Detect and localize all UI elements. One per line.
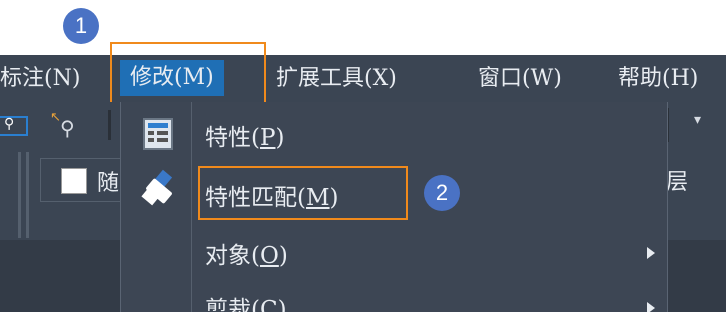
submenu-arrow-icon-2 [647,302,655,312]
menu-help[interactable]: 帮助(H) [618,55,698,102]
menu-item-object[interactable]: 对象(O) [121,228,667,280]
menu-extension-tools[interactable]: 扩展工具(X) [276,55,397,102]
toolbar-dropdown-icon[interactable]: ▾ [694,112,701,128]
toolbar-separator [108,110,111,140]
callout-2: 2 [424,175,460,211]
menu-item-properties-label: 特性(P) [205,125,285,151]
menu-window[interactable]: 窗口(W) [478,55,562,102]
zoom-window-icon[interactable]: ⚲ [0,116,28,136]
highlight-box-match-properties [198,166,408,220]
submenu-arrow-icon [647,247,655,259]
properties-icon [143,118,173,150]
layer-label: 层 [666,170,689,195]
color-label: 随 [97,171,120,196]
menubar: 标注(N) 修改(M) 扩展工具(X) 窗口(W) 帮助(H) [0,55,726,102]
toolbar-grip-2 [26,152,29,238]
top-margin [0,0,726,55]
callout-1: 1 [63,8,99,44]
menu-item-clip-label: 剪裁(C) [205,297,287,312]
match-properties-brush-icon [141,169,179,206]
menu-item-object-label: 对象(O) [205,243,288,269]
menu-item-properties[interactable]: 特性(P) [121,102,667,160]
menu-annotate[interactable]: 标注(N) [0,55,80,102]
color-control[interactable]: 随 [40,158,130,202]
toolbar-grip [18,152,21,238]
menu-item-clip[interactable]: 剪裁(C) [121,284,667,312]
color-swatch [61,168,87,194]
